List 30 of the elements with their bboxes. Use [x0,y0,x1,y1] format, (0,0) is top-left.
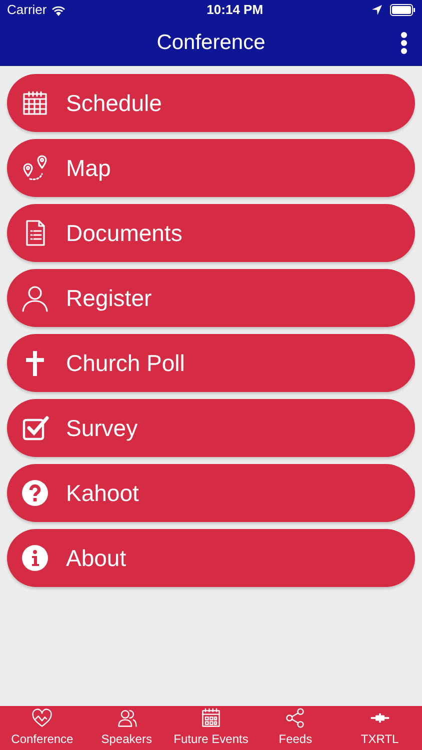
page-title: Conference [156,30,266,56]
question-icon [21,479,49,507]
wifi-icon [50,4,66,16]
menu-button[interactable]: Kahoot [7,464,415,522]
clock-time: 10:14 PM [206,1,264,20]
tab-item[interactable]: Feeds [253,706,338,750]
menu-button[interactable]: About [7,529,415,587]
calendar-icon [21,89,49,117]
battery-icon [390,4,415,16]
checkbox-icon [21,414,49,442]
tab-item[interactable]: Speakers [84,706,169,750]
location-arrow-icon [372,5,382,15]
menu-button[interactable]: Map [7,139,415,197]
calendar-icon [200,707,222,729]
menu-button[interactable]: Documents [7,204,415,262]
map-pins-icon [21,154,49,182]
tab-item[interactable]: TXRTL [338,706,422,750]
menu-button[interactable]: Schedule [7,74,415,132]
share-icon [284,707,306,729]
menu-button[interactable]: Survey [7,399,415,457]
info-icon [21,544,49,572]
person-icon [21,284,49,312]
more-menu-icon[interactable] [400,32,408,54]
menu-button[interactable]: Register [7,269,415,327]
people-icon [116,707,138,729]
menu-button[interactable]: Church Poll [7,334,415,392]
tab-item[interactable]: Conference [0,706,84,750]
heart-icon [31,707,54,729]
tab-item[interactable]: Future Events [168,706,254,750]
carrier-label: Carrier [7,1,47,20]
